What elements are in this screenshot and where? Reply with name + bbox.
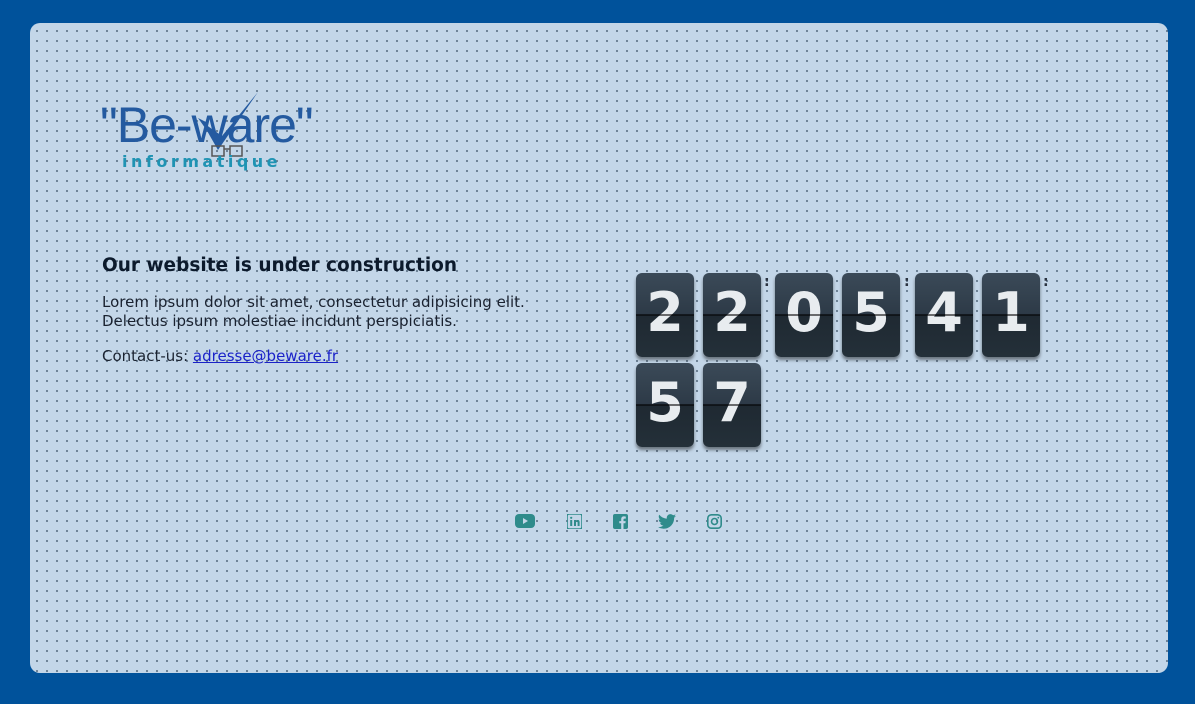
logo-sub-text: informatique <box>122 152 282 171</box>
countdown-separator: : <box>904 274 910 290</box>
countdown-digit: 7 <box>703 363 761 447</box>
countdown-digit: 5 <box>636 363 694 447</box>
contact-email-link[interactable]: adresse@beware.fr <box>193 347 338 365</box>
facebook-icon[interactable] <box>610 512 630 530</box>
page-title: Our website is under construction <box>102 255 458 276</box>
countdown-digit: 5 <box>842 273 900 357</box>
youtube-icon[interactable] <box>515 512 535 530</box>
countdown-separator: : <box>764 274 770 290</box>
linkedin-icon[interactable] <box>564 512 584 530</box>
description-text: Lorem ipsum dolor sit amet, consectetur … <box>102 293 525 330</box>
countdown-digit: 2 <box>703 273 761 357</box>
countdown-digit: 1 <box>982 273 1040 357</box>
countdown-digit: 2 <box>636 273 694 357</box>
beware-logo: "Be-ware" informatique <box>100 92 350 178</box>
instagram-icon[interactable] <box>704 512 724 530</box>
contact-line: Contact-us: adresse@beware.fr <box>102 347 338 365</box>
countdown-digit: 0 <box>775 273 833 357</box>
contact-label: Contact-us: <box>102 347 193 365</box>
countdown-digit: 4 <box>915 273 973 357</box>
countdown-separator: : <box>1043 274 1049 290</box>
twitter-icon[interactable] <box>657 512 677 530</box>
